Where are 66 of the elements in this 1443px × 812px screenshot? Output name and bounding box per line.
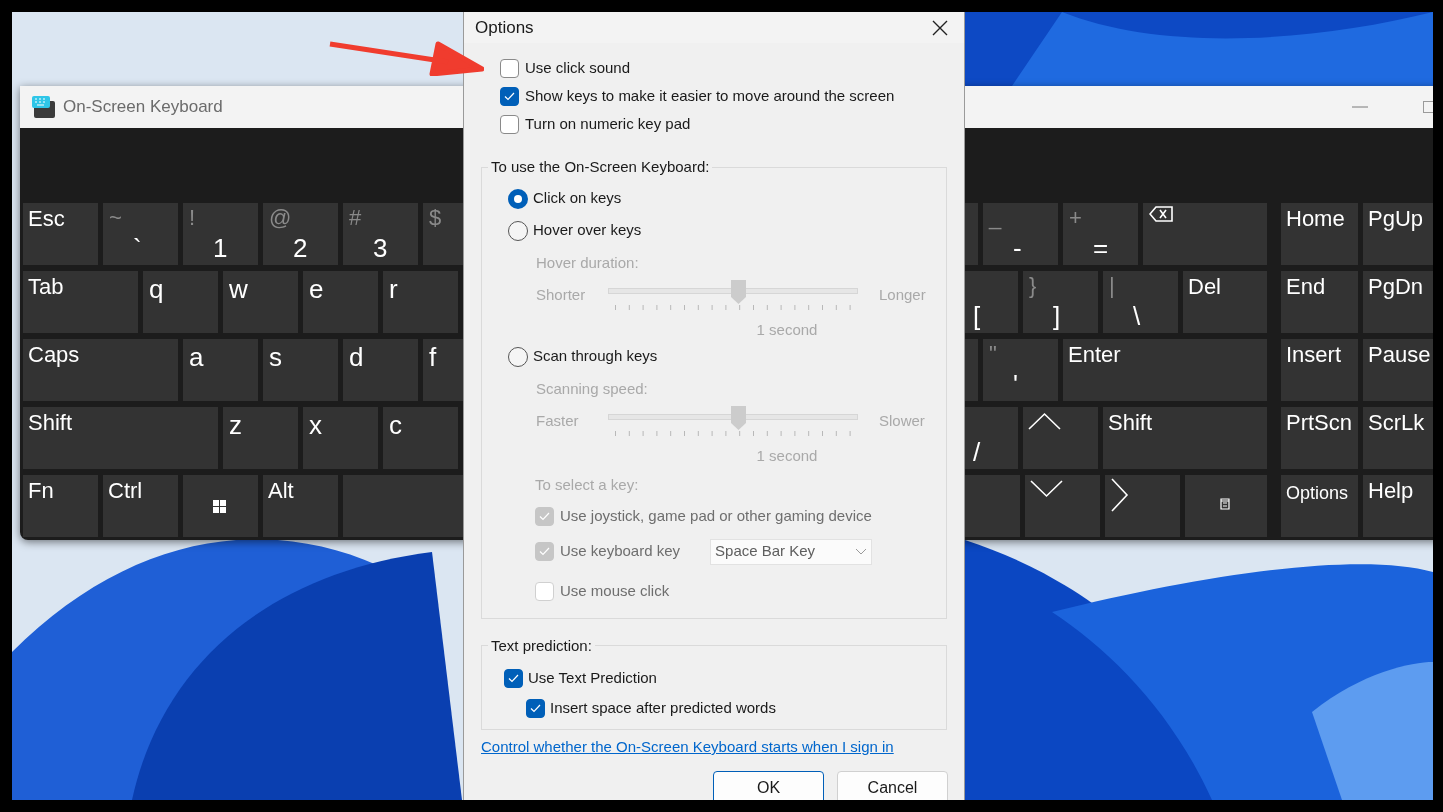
keyboard-key[interactable]: | \ (1103, 271, 1178, 333)
section-label: To select a key: (535, 474, 640, 495)
radio-label: Click on keys (533, 188, 622, 209)
keyboard-key[interactable]: Pause (1363, 339, 1433, 401)
slider-max-label: Slower (879, 410, 925, 431)
keyboard-key[interactable]: Insert (1281, 339, 1358, 401)
keyboard-key[interactable]: @ 2 (263, 203, 338, 265)
keyboard-key[interactable]: w (223, 271, 298, 333)
group-label: To use the On-Screen Keyboard: (490, 157, 711, 177)
keyboard-key[interactable]: x (303, 407, 378, 469)
checkbox-label: Turn on numeric key pad (525, 113, 691, 134)
slider-value: 1 second (755, 320, 819, 339)
checkbox-label: Insert space after predicted words (550, 697, 776, 718)
keyboard-key[interactable]: Tab (23, 271, 138, 333)
keyboard-key[interactable]: Shift (1103, 407, 1267, 469)
keyboard-key[interactable]: a (183, 339, 258, 401)
checkbox-label: Use click sound (525, 57, 631, 78)
keyboard-key[interactable]: Enter (1063, 339, 1267, 401)
keyboard-key[interactable]: " ' (983, 339, 1058, 401)
group-label: Text prediction: (490, 635, 593, 656)
keyboard-key[interactable]: s (263, 339, 338, 401)
checkbox-label: Use joystick, game pad or other gaming device (560, 506, 872, 527)
window-title: On-Screen Keyboard (63, 96, 223, 119)
keyboard-key[interactable]: c (383, 407, 458, 469)
keyboard-key[interactable]: Esc (23, 203, 98, 265)
keyboard-key[interactable]: Alt (263, 475, 338, 537)
keyboard-key[interactable]: PrtScn (1281, 407, 1358, 469)
keyboard-key[interactable]: ~ ` (103, 203, 178, 265)
keyboard-key[interactable]: Options (1281, 475, 1358, 537)
keyboard-key[interactable]: PgDn (1363, 271, 1433, 333)
checkbox-label: Use keyboard key (560, 541, 681, 562)
keyboard-key[interactable]: End (1281, 271, 1358, 333)
keyboard-key[interactable]: ! 1 (183, 203, 258, 265)
slider-value: 1 second (755, 446, 819, 465)
radio-label: Scan through keys (533, 346, 658, 367)
keyboard-key[interactable]: z (223, 407, 298, 469)
dialog-button[interactable]: OK (713, 770, 824, 800)
keyboard-key[interactable]: Caps (23, 339, 178, 401)
checkbox-label: Use Text Prediction (528, 667, 657, 688)
radio-label: Hover over keys (533, 220, 642, 241)
keyboard-key[interactable]: r (383, 271, 458, 333)
keyboard-key[interactable]: # 3 (343, 203, 418, 265)
keyboard-key[interactable]: Home (1281, 203, 1358, 265)
keyboard-key[interactable]: + = (1063, 203, 1138, 265)
slider-label: Scanning speed: (536, 378, 649, 399)
keyboard-key[interactable]: e (303, 271, 378, 333)
dialog-button[interactable]: Cancel (837, 770, 948, 800)
slider-label: Hover duration: (536, 252, 640, 273)
keyboard-key[interactable]: PgUp (1363, 203, 1433, 265)
keyboard-key[interactable]: Help (1363, 475, 1433, 537)
keyboard-key[interactable]: Fn (23, 475, 98, 537)
slider-min-label: Faster (536, 410, 580, 431)
keyboard-key[interactable]: Ctrl (103, 475, 178, 537)
keyboard-key[interactable]: } ] (1023, 271, 1098, 333)
keyboard-key[interactable]: _ - (983, 203, 1058, 265)
keyboard-key[interactable]: q (143, 271, 218, 333)
dialog-title: Options (475, 16, 534, 39)
slider-min-label: Shorter (536, 284, 587, 305)
keyboard-key[interactable]: ScrLk (1363, 407, 1433, 469)
keyboard-key[interactable]: d (343, 339, 418, 401)
keyboard-key[interactable]: Del (1183, 271, 1267, 333)
checkbox-label: Show keys to make it easier to move around the screen (525, 85, 895, 106)
sign-in-link[interactable]: Control whether the On-Screen Keyboard starts when I sign in (481, 736, 964, 759)
keyboard-key[interactable]: Shift (23, 407, 218, 469)
slider-max-label: Longer (879, 284, 926, 305)
checkbox-label: Use mouse click (560, 581, 670, 602)
